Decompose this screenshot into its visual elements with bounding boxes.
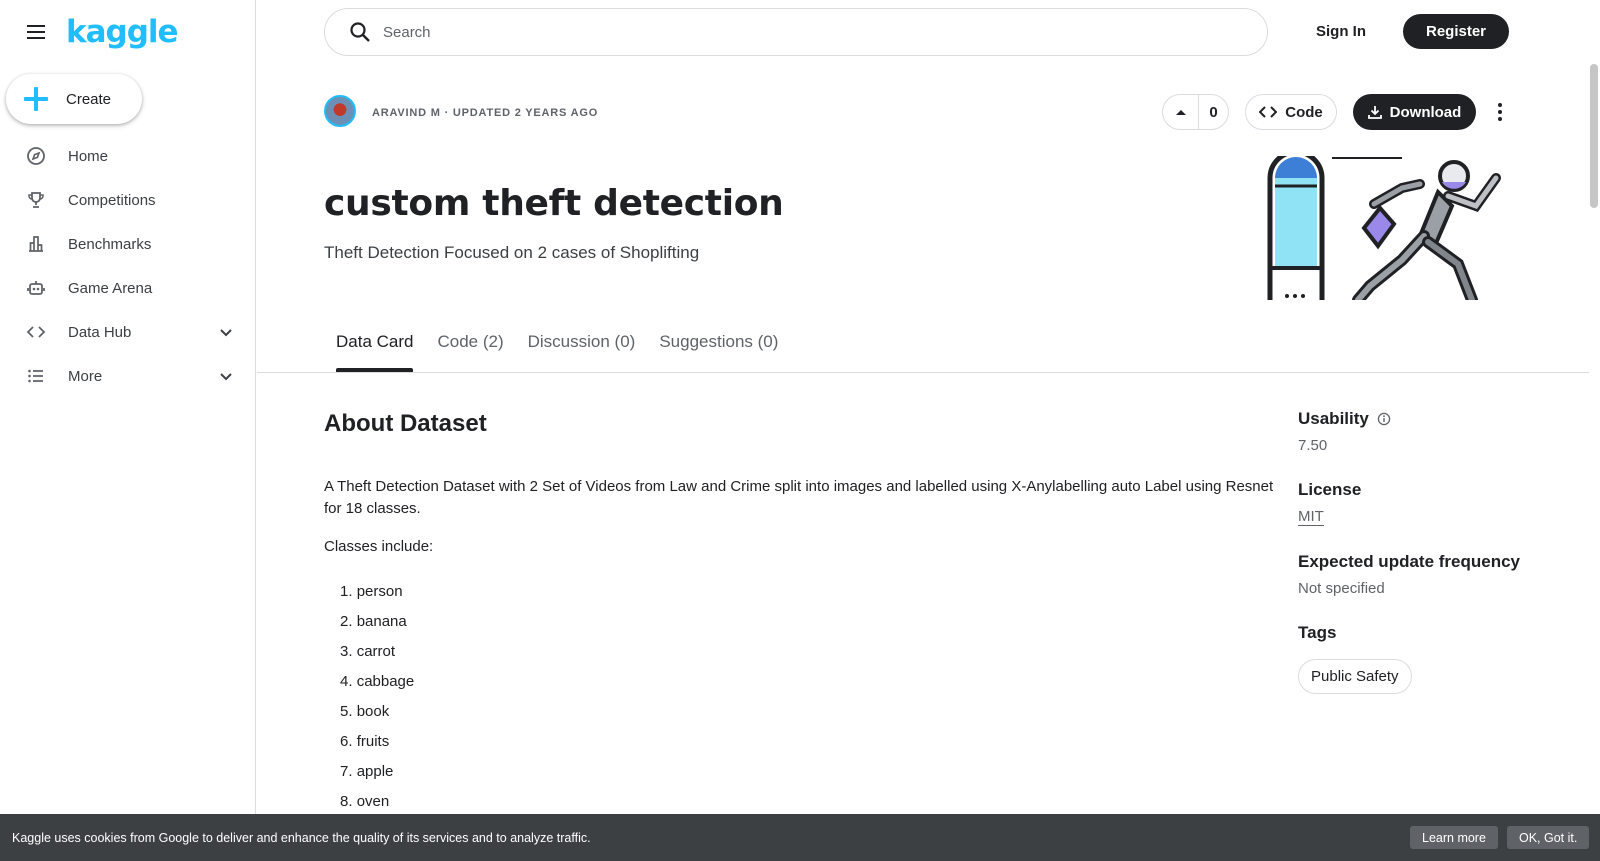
tab-code[interactable]: Code (2) xyxy=(437,332,503,372)
create-button[interactable]: Create xyxy=(6,74,142,124)
dataset-tabs: Data Card Code (2) Discussion (0) Sugges… xyxy=(336,332,802,372)
list-icon xyxy=(26,366,46,386)
dataset-meta: ARAVIND M · UPDATED 2 YEARS AGO xyxy=(372,107,599,119)
kaggle-logo[interactable]: kaggle xyxy=(66,14,179,50)
sidebar-item-label: Home xyxy=(68,147,109,165)
about-heading: About Dataset xyxy=(324,410,487,437)
sidebar-item-home[interactable]: Home xyxy=(0,134,256,178)
create-label: Create xyxy=(66,90,112,108)
list-item: 1. person xyxy=(340,583,403,600)
menu-icon[interactable] xyxy=(24,20,48,44)
sidebar: kaggle Create Home Competitions Benchmar… xyxy=(0,0,256,861)
tab-discussion[interactable]: Discussion (0) xyxy=(528,332,636,372)
sidebar-item-game-arena[interactable]: Game Arena xyxy=(0,266,256,310)
bar-chart-icon xyxy=(26,234,46,254)
sidebar-item-more[interactable]: More xyxy=(0,354,256,398)
dataset-description: A Theft Detection Dataset with 2 Set of … xyxy=(324,478,1274,517)
page-subtitle: Theft Detection Focused on 2 cases of Sh… xyxy=(324,243,700,262)
vote-count: 0 xyxy=(1209,103,1218,121)
dataset-info-panel: Usability 7.50 License MIT Expected upda… xyxy=(1298,409,1538,720)
usability-value: 7.50 xyxy=(1298,437,1328,454)
more-options-icon[interactable] xyxy=(1490,98,1510,126)
cookie-message: Kaggle uses cookies from Google to deliv… xyxy=(12,830,591,845)
cookie-ok-button[interactable]: OK, Got it. xyxy=(1507,826,1590,849)
tab-data-card[interactable]: Data Card xyxy=(336,332,414,372)
tabs-divider xyxy=(257,372,1589,373)
sidebar-item-data-hub[interactable]: Data Hub xyxy=(0,310,256,354)
page-title: custom theft detection xyxy=(324,183,784,224)
compass-icon xyxy=(26,146,46,166)
trophy-icon xyxy=(26,190,46,210)
chevron-down-icon[interactable] xyxy=(218,324,234,340)
plus-icon xyxy=(24,87,48,111)
tags-section: Tags Public Safety xyxy=(1298,623,1538,694)
list-item: 7. apple xyxy=(340,763,394,780)
tab-suggestions[interactable]: Suggestions (0) xyxy=(659,332,778,372)
sidebar-item-benchmarks[interactable]: Benchmarks xyxy=(0,222,256,266)
arrow-up-icon xyxy=(1175,110,1186,115)
sidebar-item-label: Competitions xyxy=(68,191,156,209)
scrollbar[interactable] xyxy=(1590,64,1598,208)
sidebar-item-label: Data Hub xyxy=(68,323,132,341)
update-frequency-value: Not specified xyxy=(1298,580,1385,597)
info-icon[interactable] xyxy=(1377,412,1391,426)
sidebar-item-competitions[interactable]: Competitions xyxy=(0,178,256,222)
license-link[interactable]: MIT xyxy=(1298,508,1324,526)
classes-list: 1. person 2. banana 3. carrot 4. cabbage… xyxy=(340,583,414,823)
download-button[interactable]: Download xyxy=(1353,94,1476,130)
cookie-banner: Kaggle uses cookies from Google to deliv… xyxy=(0,814,1600,861)
usability-section: Usability 7.50 xyxy=(1298,409,1538,454)
tag-chip[interactable]: Public Safety xyxy=(1298,659,1412,694)
dataset-cover-image xyxy=(1267,156,1501,300)
avatar[interactable] xyxy=(324,95,356,127)
robot-icon xyxy=(26,278,46,298)
tags-heading: Tags xyxy=(1298,623,1337,642)
search-icon xyxy=(350,22,370,42)
download-button-label: Download xyxy=(1389,103,1462,121)
download-icon xyxy=(1367,106,1382,119)
sidebar-item-label: Benchmarks xyxy=(68,235,152,253)
learn-more-button[interactable]: Learn more xyxy=(1410,826,1498,849)
list-item: 4. cabbage xyxy=(340,673,415,690)
update-frequency-heading: Expected update frequency xyxy=(1298,552,1521,571)
sidebar-item-label: More xyxy=(68,367,103,385)
license-section: License MIT xyxy=(1298,480,1538,526)
code-button-label: Code xyxy=(1285,103,1323,121)
register-button[interactable]: Register xyxy=(1403,14,1509,49)
list-item: 5. book xyxy=(340,703,390,720)
code-icon xyxy=(26,322,46,342)
sidebar-item-label: Game Arena xyxy=(68,279,153,297)
sign-in-button[interactable]: Sign In xyxy=(1300,14,1382,48)
list-item: 3. carrot xyxy=(340,643,396,660)
upvote-button[interactable] xyxy=(1163,95,1199,129)
update-frequency-section: Expected update frequency Not specified xyxy=(1298,552,1538,597)
code-button[interactable]: Code xyxy=(1245,94,1337,130)
sidebar-header: kaggle xyxy=(24,14,179,50)
search-bar[interactable] xyxy=(324,8,1268,56)
classes-label: Classes include: xyxy=(324,538,434,555)
license-heading: License xyxy=(1298,480,1362,499)
search-input[interactable] xyxy=(383,23,1243,41)
list-item: 2. banana xyxy=(340,613,407,630)
list-item: 6. fruits xyxy=(340,733,390,750)
chevron-down-icon[interactable] xyxy=(218,368,234,384)
vote-control: 0 xyxy=(1162,94,1229,130)
sidebar-nav: Home Competitions Benchmarks Game Arena … xyxy=(0,134,256,398)
code-icon xyxy=(1259,106,1278,118)
usability-heading: Usability xyxy=(1298,409,1538,429)
